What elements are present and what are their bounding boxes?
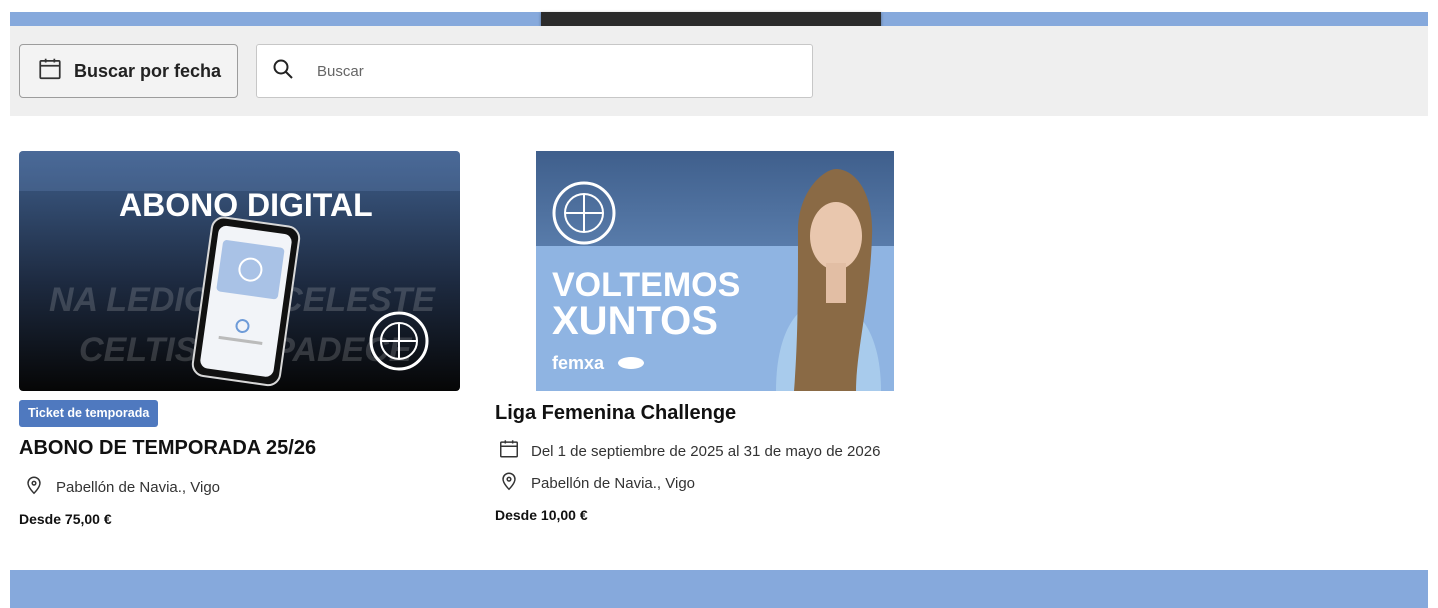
abono-digital-artwork: NA LEDICIÓN CELESTE CELTISTAS PADECE ABO… xyxy=(19,151,460,391)
event-dates-liga: Del 1 de septiembre de 2025 al 31 de may… xyxy=(498,438,880,464)
event-price-abono: Desde 75,00 € xyxy=(19,511,112,527)
event-image-abono[interactable]: NA LEDICIÓN CELESTE CELTISTAS PADECE ABO… xyxy=(19,151,460,391)
event-price-liga: Desde 10,00 € xyxy=(495,507,588,523)
location-pin-icon xyxy=(23,474,56,500)
venue-text: Pabellón de Navia., Vigo xyxy=(531,474,696,492)
search-input[interactable] xyxy=(315,61,779,81)
calendar-icon xyxy=(37,56,63,87)
voltemos-xuntos-artwork: VOLTEMOS XUNTOS femxa xyxy=(536,151,894,391)
liga-sponsor: femxa xyxy=(552,353,605,373)
search-by-date-button[interactable]: Buscar por fecha xyxy=(19,44,238,98)
search-box[interactable] xyxy=(256,44,813,98)
search-icon xyxy=(271,57,295,86)
season-ticket-badge: Ticket de temporada xyxy=(19,400,159,427)
search-by-date-label: Buscar por fecha xyxy=(74,60,222,81)
event-image-liga[interactable]: VOLTEMOS XUNTOS femxa xyxy=(536,151,894,391)
abono-headline: ABONO DIGITAL xyxy=(119,187,373,223)
calendar-icon xyxy=(498,438,531,464)
event-title-abono[interactable]: ABONO DE TEMPORADA 25/26 xyxy=(19,437,316,460)
event-title-liga[interactable]: Liga Femenina Challenge xyxy=(495,402,736,425)
event-venue-abono: Pabellón de Navia., Vigo xyxy=(23,474,220,500)
dates-text: Del 1 de septiembre de 2025 al 31 de may… xyxy=(531,442,881,460)
location-pin-icon xyxy=(498,470,531,496)
footer-band xyxy=(10,570,1428,608)
event-venue-liga: Pabellón de Navia., Vigo xyxy=(498,470,695,496)
venue-text: Pabellón de Navia., Vigo xyxy=(56,478,221,496)
liga-headline-2: XUNTOS xyxy=(552,299,718,343)
